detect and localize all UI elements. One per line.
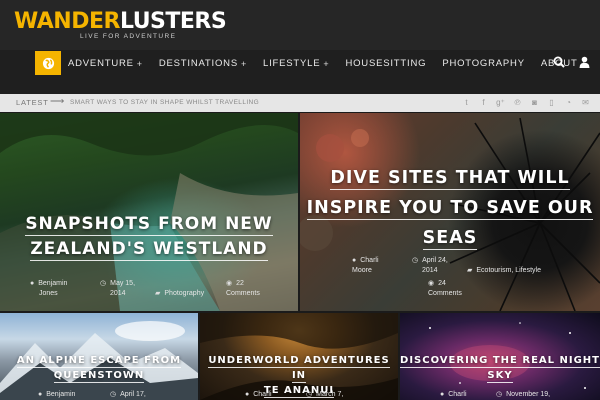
post-title-line: DIVE SITES THAT WILL (330, 168, 570, 190)
pinterest-icon[interactable]: ℗ (513, 97, 522, 108)
date-text: April 17, (120, 391, 146, 398)
post-card[interactable]: DISCOVERING THE REAL NIGHT SKY ● Charli ◷… (400, 313, 600, 400)
clock-icon: ◷ (496, 391, 503, 398)
author-name: Charli (448, 391, 467, 398)
post-date: ◷ May 15, 2014 (100, 279, 135, 299)
nav-item-destinations[interactable]: DESTINATIONS + (159, 58, 247, 69)
user-icon: ● (440, 391, 445, 398)
date-text: 2014 (422, 267, 438, 274)
post-author[interactable]: ● Benjamin (38, 390, 75, 400)
post-comments[interactable]: ◉ 22 Comments (226, 279, 260, 299)
user-icon: ● (38, 391, 43, 398)
user-icon: ● (352, 257, 357, 264)
category-text: Ecotourism, Lifestyle (476, 267, 541, 274)
submenu-plus-icon: + (240, 58, 248, 69)
social-icons: t f g⁺ ℗ ◙ ▯ ◔ ✉ (462, 97, 590, 108)
nav-label: LIFESTYLE (263, 58, 321, 69)
post-title-line: DISCOVERING THE REAL NIGHT (400, 355, 600, 368)
user-icon: ● (245, 391, 250, 398)
email-icon[interactable]: ✉ (581, 97, 590, 108)
nav-item-adventure[interactable]: ADVENTURE + (68, 58, 143, 69)
date-text: November 19, (506, 391, 551, 398)
comment-icon: ◉ (226, 280, 233, 287)
clock-icon: ◷ (306, 391, 313, 398)
post-title-line: QUEENSTOWN (53, 370, 145, 383)
search-icon[interactable] (553, 56, 565, 68)
ticker-label: LATEST (16, 98, 49, 107)
comment-count: 24 (438, 280, 446, 287)
author-name: Benjamin (38, 280, 68, 287)
author-name: Moore (352, 267, 372, 274)
post-author[interactable]: ● Charli (245, 390, 272, 400)
nav-item-lifestyle[interactable]: LIFESTYLE + (263, 58, 329, 69)
nav-label: HOUSESITTING (345, 58, 427, 69)
main-navigation: ADVENTURE + DESTINATIONS + LIFESTYLE + HOUS… (0, 50, 600, 94)
date-text: 2014 (110, 290, 126, 297)
nav-label: DESTINATIONS (158, 58, 238, 69)
post-comments[interactable]: ◉ 24 Comments (428, 279, 462, 299)
post-title-line: SNAPSHOTS FROM NEW (25, 214, 273, 236)
category-text: Photography (164, 290, 205, 297)
instagram-icon[interactable]: ◙ (530, 97, 539, 108)
post-title-line: AN ALPINE ESCAPE FROM (16, 355, 182, 368)
folder-icon: ▰ (467, 267, 473, 274)
post-author[interactable]: ● Charli Moore (352, 256, 379, 276)
nav-label: ADVENTURE (68, 58, 134, 69)
post-card[interactable]: UNDERWORLD ADVENTURES IN TE ANANUI ● Char… (200, 313, 398, 400)
submenu-plus-icon: + (323, 58, 330, 69)
date-text: March 7, (316, 391, 344, 398)
post-card[interactable]: AN ALPINE ESCAPE FROM QUEENSTOWN ● Benjam… (0, 313, 198, 400)
twitter-icon[interactable]: t (462, 97, 471, 108)
user-icon[interactable] (579, 56, 590, 68)
featured-post-card[interactable]: DIVE SITES THAT WILL INSPIRE YOU TO SAVE… (300, 113, 600, 311)
logo-text-wander: WANDER (14, 9, 120, 34)
post-date: ◷ November 19, (496, 390, 550, 400)
comment-label: Comments (428, 290, 462, 297)
user-icon: ● (30, 280, 35, 287)
site-logo[interactable]: WANDERLUSTERS LIVE FOR ADVENTURE (14, 9, 227, 41)
author-name: Jones (39, 290, 58, 297)
site-header: WANDERLUSTERS LIVE FOR ADVENTURE (0, 0, 600, 50)
logo-text-lusters: LUSTERS (119, 9, 227, 34)
latest-ticker: LATEST ⟶ SMART WAYS TO STAY IN SHAPE WHI… (0, 94, 600, 112)
logo-tagline: LIVE FOR ADVENTURE (80, 33, 177, 40)
ticker-headline-link[interactable]: SMART WAYS TO STAY IN SHAPE WHILST TRAVE… (70, 99, 259, 106)
featured-post-card[interactable]: SNAPSHOTS FROM NEW ZEALAND'S WESTLAND ● B… (0, 113, 298, 311)
rss-icon[interactable]: ◔ (564, 97, 573, 108)
date-text: April 24, (422, 257, 448, 264)
home-button[interactable] (35, 51, 61, 75)
mobile-icon[interactable]: ▯ (547, 97, 556, 108)
globe-icon (42, 57, 54, 69)
post-title-line: INSPIRE YOU TO SAVE OUR (306, 198, 594, 220)
clock-icon: ◷ (412, 257, 419, 264)
submenu-plus-icon: + (136, 58, 143, 69)
post-date: ◷ April 24, 2014 (412, 256, 448, 276)
post-title-line: ZEALAND'S WESTLAND (30, 239, 268, 261)
comment-count: 22 (236, 280, 244, 287)
folder-icon: ▰ (155, 290, 161, 297)
post-title-line: UNDERWORLD ADVENTURES IN (208, 355, 390, 383)
post-title-line: SKY (487, 370, 513, 383)
comment-label: Comments (226, 290, 260, 297)
comment-icon: ◉ (428, 280, 435, 287)
facebook-icon[interactable]: f (479, 97, 488, 108)
post-category[interactable]: ▰ Ecotourism, Lifestyle (467, 266, 541, 276)
author-name: Charli (360, 257, 379, 264)
google-plus-icon[interactable]: g⁺ (496, 97, 505, 108)
arrow-right-icon: ⟶ (50, 96, 65, 107)
nav-item-photography[interactable]: PHOTOGRAPHY (442, 58, 525, 69)
post-author[interactable]: ● Charli (440, 390, 467, 400)
nav-label: PHOTOGRAPHY (442, 58, 525, 69)
post-title-line: SEAS (422, 228, 478, 250)
author-name: Charli (253, 391, 272, 398)
clock-icon: ◷ (100, 280, 107, 287)
post-date: ◷ April 17, (110, 390, 146, 400)
post-category[interactable]: ▰ Photography (155, 289, 204, 299)
nav-item-housesitting[interactable]: HOUSESITTING (345, 58, 426, 69)
clock-icon: ◷ (110, 391, 117, 398)
post-author[interactable]: ● Benjamin Jones (30, 279, 67, 299)
post-date: ◷ March 7, (306, 390, 343, 400)
author-name: Benjamin (46, 391, 76, 398)
date-text: May 15, (110, 280, 136, 287)
